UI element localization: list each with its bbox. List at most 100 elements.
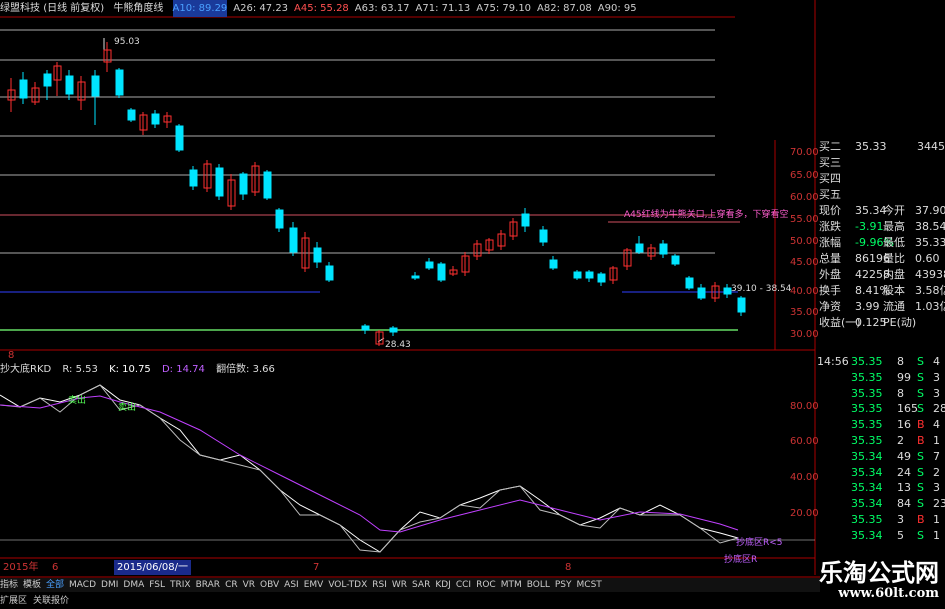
indicator-value-5: A75: 79.10: [476, 3, 532, 14]
quote-cell: 35.34: [855, 204, 887, 217]
tick-cell: 35.34: [851, 497, 883, 511]
price-tick: 35.00: [790, 307, 819, 318]
tab-mtm[interactable]: MTM: [501, 580, 522, 590]
quote-row: 买五: [817, 188, 945, 202]
tab-emv[interactable]: EMV: [304, 580, 324, 590]
candle-body: [189, 169, 198, 187]
tab-macd[interactable]: MACD: [69, 580, 96, 590]
indicator-value-6: A82: 87.08: [537, 3, 592, 14]
tab-brar[interactable]: BRAR: [196, 580, 220, 590]
tick-row[interactable]: 35.34 24 S 2: [815, 466, 945, 480]
quote-row: 买二 35.33 3445: [817, 140, 945, 154]
candle-body: [65, 75, 74, 95]
quote-cell: 1.03亿: [915, 300, 945, 313]
tick-cell: 35.34: [851, 481, 883, 495]
tick-cell: S: [917, 528, 924, 542]
tick-row[interactable]: 35.34 13 S 3: [815, 481, 945, 495]
quote-cell: 0.60: [915, 252, 940, 265]
tick-cell: 2: [933, 465, 940, 479]
quote-row: 涨跌 -3.91 最高 38.54: [817, 220, 945, 234]
tick-row[interactable]: 35.35 2 B 1: [815, 434, 945, 448]
tick-cell: S: [917, 497, 924, 511]
tab-asi[interactable]: ASI: [284, 580, 299, 590]
k-line: [0, 384, 739, 553]
ext-tab-1[interactable]: 关联报价: [33, 596, 69, 606]
indicator-values: A10: 89.29 A26: 47.23 A45: 55.28 A63: 63.17…: [172, 0, 643, 17]
tick-cell: S: [917, 481, 924, 495]
tab-指标[interactable]: 指标: [0, 580, 18, 590]
quote-row: 净资 3.99流通 1.03亿: [817, 300, 945, 314]
tick-row[interactable]: 35.34 49 S 7: [815, 450, 945, 464]
tab-vol-tdx[interactable]: VOL-TDX: [328, 580, 367, 590]
extension-tabs: 扩展区 关联报价: [0, 594, 75, 608]
candle-body: [313, 247, 322, 263]
sell-label-1: 卖出: [68, 396, 87, 406]
tab-模板[interactable]: 模板: [23, 580, 41, 590]
tab-trix[interactable]: TRIX: [170, 580, 191, 590]
indicator-value-4: A71: 71.13: [415, 3, 471, 14]
tab-rsi[interactable]: RSI: [372, 580, 387, 590]
osc-name: 抄大底RKD: [0, 364, 52, 375]
tick-list[interactable]: 14:56 35.35 8 S 4 35.35 99 S 3 35.35 8 S 3 35.35 165 S 2…: [815, 355, 945, 545]
ext-tab-0[interactable]: 扩展区: [0, 596, 27, 606]
tab-sar[interactable]: SAR: [412, 580, 430, 590]
tab-wr[interactable]: WR: [392, 580, 407, 590]
tab-boll[interactable]: BOLL: [527, 580, 550, 590]
tab-cci[interactable]: CCI: [456, 580, 471, 590]
candle-body: [215, 167, 224, 197]
price-tick: 50.00: [790, 236, 819, 247]
tab-dma[interactable]: DMA: [123, 580, 144, 590]
tab-obv[interactable]: OBV: [260, 580, 279, 590]
tab-cr[interactable]: CR: [225, 580, 238, 590]
timeline-m6: 6: [52, 562, 59, 573]
price-tick: 70.00: [790, 147, 819, 158]
tab-dmi[interactable]: DMI: [101, 580, 118, 590]
tick-row[interactable]: 35.35 16 B 4: [815, 418, 945, 432]
candle-body: [597, 273, 606, 283]
quote-cell: 净资: [819, 300, 841, 313]
tick-cell: 24: [897, 465, 911, 479]
quote-cell: 35.33: [915, 236, 945, 249]
quote-cell: 37.90: [915, 204, 945, 217]
quote-cell: 买五: [819, 188, 841, 201]
tick-cell: 3: [933, 386, 940, 400]
tab-mcst[interactable]: MCST: [577, 580, 602, 590]
candle-body: [91, 75, 100, 97]
tick-cell: 35.35: [851, 386, 883, 400]
tick-row[interactable]: 35.35 8 S 3: [815, 387, 945, 401]
tick-cell: 2: [897, 434, 904, 447]
candle-body: [151, 113, 160, 125]
tick-cell: 8: [897, 386, 904, 400]
quote-cell: 现价: [819, 204, 841, 217]
tab-roc[interactable]: ROC: [476, 580, 496, 590]
tick-row[interactable]: 35.34 84 S 23: [815, 497, 945, 511]
quote-cell: 最高: [883, 220, 905, 233]
tab-fsl[interactable]: FSL: [149, 580, 165, 590]
candle-body: [697, 287, 706, 299]
quote-cell: 买三: [819, 156, 841, 169]
tick-row[interactable]: 35.35 3 B 1: [815, 513, 945, 527]
tick-cell: 3: [933, 370, 940, 384]
price-tick: 65.00: [790, 170, 819, 181]
tick-row[interactable]: 35.35 99 S 3: [815, 371, 945, 385]
indicator-value-0: A10: 89.29: [172, 0, 228, 17]
quote-cell: 换手: [819, 284, 841, 297]
tab-vr[interactable]: VR: [243, 580, 255, 590]
tick-row[interactable]: 14:56 35.35 8 S 4: [815, 355, 945, 369]
watermark-url: www.60lt.com: [838, 586, 939, 601]
tick-cell: B: [917, 418, 925, 432]
quote-row: 收益(一) 0.125 PE(动): [817, 316, 945, 330]
range-label: 39.10 - 38.54: [731, 284, 792, 294]
quote-cell: 内盘: [883, 268, 905, 281]
candle-body: [635, 243, 644, 253]
quote-row: 现价 35.34 今开 37.90: [817, 204, 945, 218]
tick-row[interactable]: 35.34 5 S 1: [815, 529, 945, 543]
tick-row[interactable]: 35.35 165 S 28: [815, 402, 945, 416]
tab-kdj[interactable]: KDJ: [435, 580, 451, 590]
osc-k: K: 10.75: [109, 364, 151, 375]
price-tick: 30.00: [790, 329, 819, 340]
quote-cell: 流通: [883, 300, 905, 313]
tab-psy[interactable]: PSY: [555, 580, 572, 590]
quote-cell: 3445: [917, 140, 945, 153]
tab-全部[interactable]: 全部: [46, 580, 64, 590]
